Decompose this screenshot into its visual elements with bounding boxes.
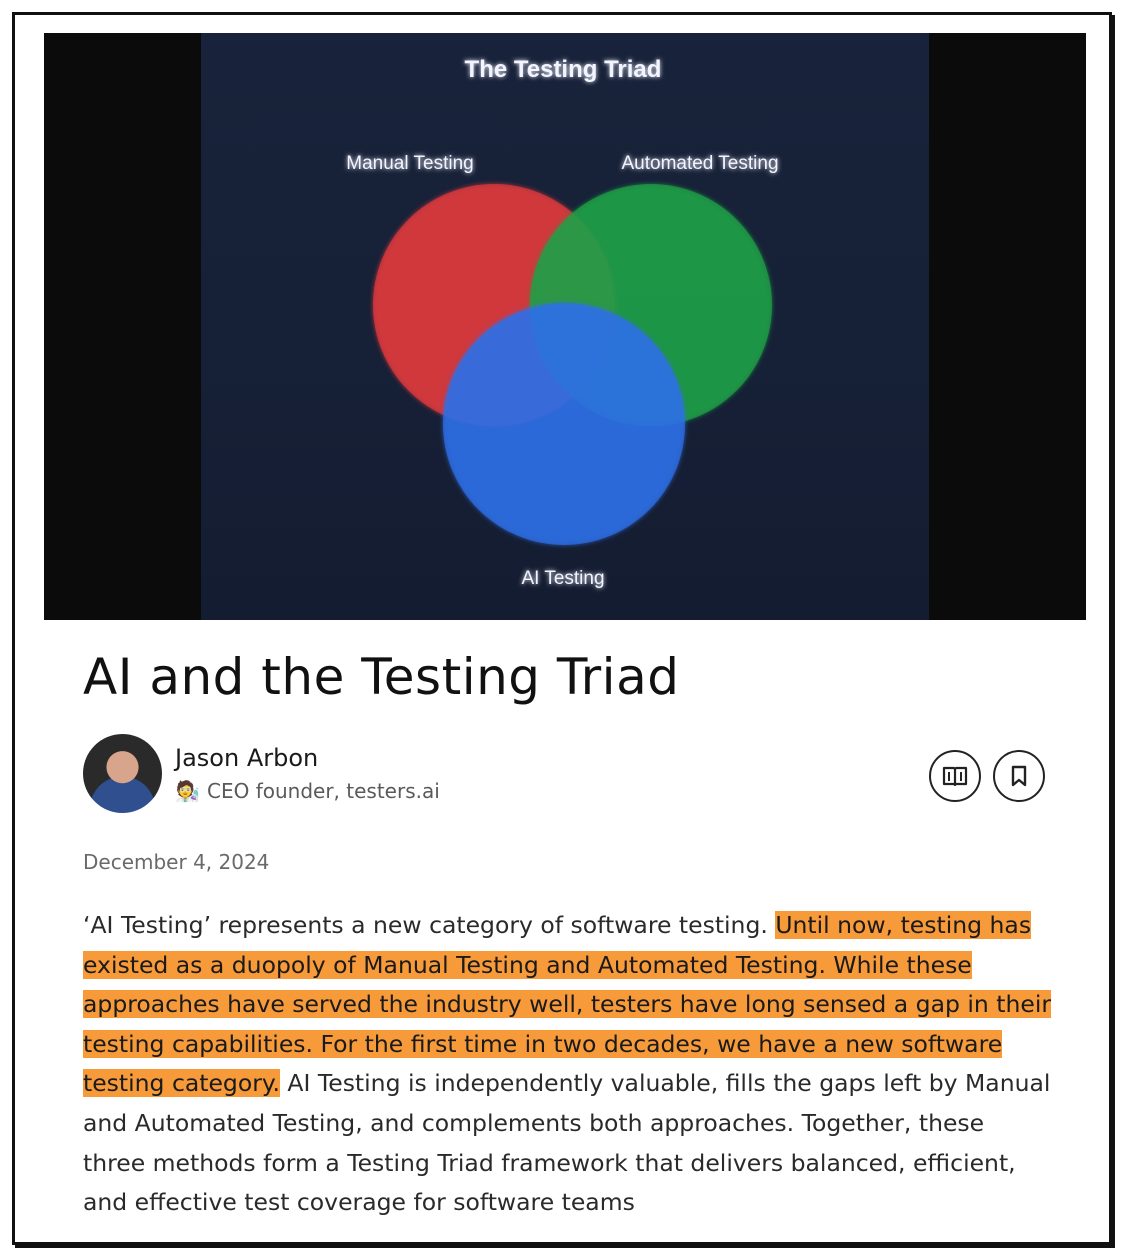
venn-diagram-panel: The Testing Triad Manual Testing Automat… (201, 33, 929, 620)
author-name[interactable]: Jason Arbon (175, 744, 318, 772)
author-headline-text: CEO founder, testers.ai (207, 779, 440, 803)
open-book-icon (942, 766, 968, 787)
scientist-emoji-icon: 🧑‍🔬 (175, 779, 200, 803)
bookmark-icon (1011, 765, 1027, 787)
publish-date: December 4, 2024 (83, 850, 270, 874)
save-article-button[interactable] (993, 750, 1045, 802)
manual-testing-label: Manual Testing (346, 153, 473, 174)
body-text-intro: ‘AI Testing’ represents a new category o… (83, 911, 776, 939)
venn-diagram: The Testing Triad Manual Testing Automat… (346, 56, 778, 589)
automated-testing-label: Automated Testing (621, 153, 778, 174)
ai-testing-circle (443, 303, 685, 545)
diagram-title: The Testing Triad (465, 56, 662, 83)
author-avatar[interactable] (83, 734, 162, 813)
article-body: ‘AI Testing’ represents a new category o… (83, 906, 1053, 1223)
ai-testing-label: AI Testing (521, 568, 604, 589)
hero-image: The Testing Triad Manual Testing Automat… (44, 33, 1086, 620)
article-title: AI and the Testing Triad (83, 648, 680, 706)
author-headline: 🧑‍🔬 CEO founder, testers.ai (175, 779, 440, 803)
read-mode-button[interactable] (929, 750, 981, 802)
author-block: Jason Arbon 🧑‍🔬 CEO founder, testers.ai (83, 734, 1045, 814)
